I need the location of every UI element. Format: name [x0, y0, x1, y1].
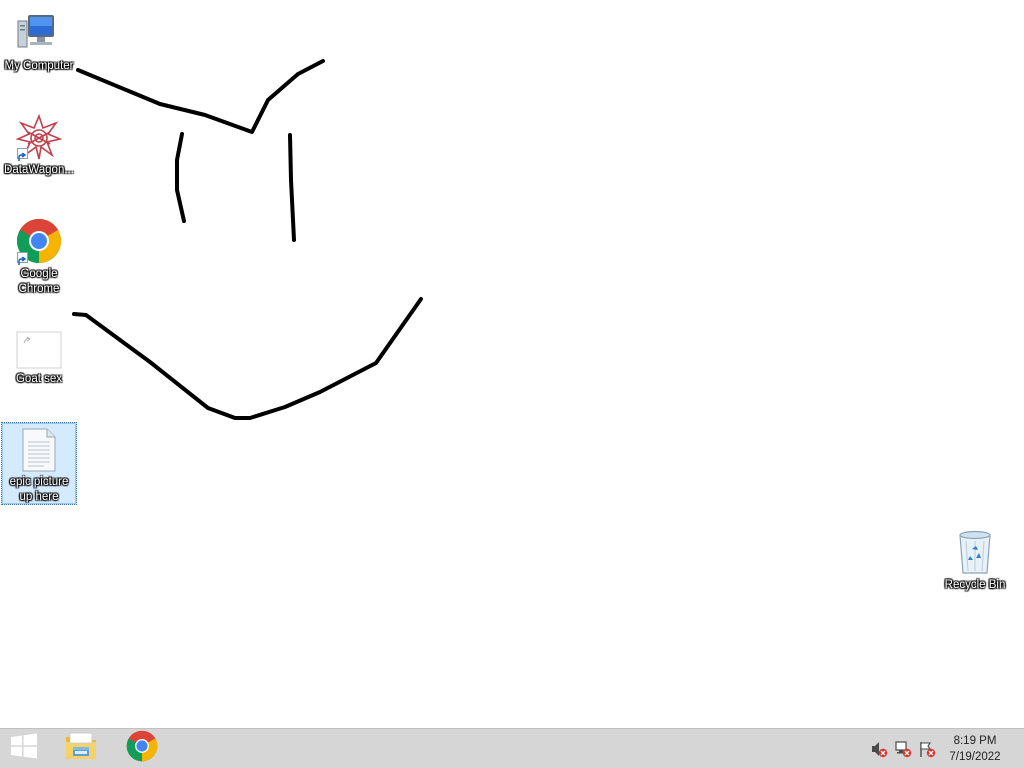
- network-error-icon[interactable]: [894, 740, 912, 758]
- desktop-icon-my-computer[interactable]: My Computer: [1, 3, 77, 74]
- desktop-icon-google-chrome[interactable]: Google Chrome: [1, 211, 77, 297]
- blank-image-file-icon: [15, 330, 63, 370]
- desktop-icon-label: Recycle Bin: [944, 579, 1006, 591]
- chrome-icon: [126, 730, 158, 767]
- datawagon-star-icon: [15, 113, 63, 161]
- desktop[interactable]: My Computer DataWagon... Google Chrome G…: [0, 0, 1024, 728]
- recycle-bin-icon: [951, 528, 999, 576]
- desktop-icon-goat-image[interactable]: Goat sex: [1, 324, 77, 387]
- desktop-icon-label: DataWagon...: [4, 164, 74, 176]
- system-tray: [870, 739, 936, 759]
- desktop-icon-datawagon[interactable]: DataWagon...: [1, 107, 77, 178]
- drawing-stroke-right-eye: [288, 133, 296, 242]
- start-button[interactable]: [0, 729, 48, 768]
- drawing-stroke-left-eye: [175, 132, 186, 223]
- desktop-icon-label: epic picture up here: [9, 476, 69, 503]
- desktop-icon-epic-picture[interactable]: epic picture up here: [1, 422, 77, 505]
- file-explorer-icon: [64, 731, 98, 766]
- taskbar-clock[interactable]: 8:19 PM 7/19/2022: [944, 733, 1006, 765]
- action-center-flag-icon[interactable]: [918, 740, 936, 758]
- desktop-icon-label: My Computer: [4, 60, 74, 72]
- desktop-icon-label: Goat sex: [15, 373, 63, 385]
- drawing-stroke-mouth: [72, 297, 423, 420]
- taskbar: 8:19 PM 7/19/2022: [0, 728, 1024, 768]
- windows-start-icon: [10, 733, 38, 764]
- wallpaper-drawing: [72, 59, 423, 420]
- speaker-muted-icon[interactable]: [870, 740, 888, 758]
- desktop-icon-label: Google Chrome: [18, 268, 60, 295]
- taskbar-google-chrome[interactable]: [118, 729, 166, 768]
- clock-date: 7/19/2022: [949, 751, 1001, 763]
- drawing-stroke-brow: [76, 59, 325, 134]
- desktop-icon-recycle-bin[interactable]: Recycle Bin: [937, 522, 1013, 593]
- text-document-icon: [15, 427, 63, 473]
- shortcut-arrow-icon: [17, 148, 28, 161]
- chrome-icon: [15, 217, 63, 265]
- computer-icon: [15, 9, 63, 57]
- clock-time: 8:19 PM: [953, 735, 997, 747]
- taskbar-file-explorer[interactable]: [57, 729, 105, 768]
- shortcut-arrow-icon: [17, 252, 28, 265]
